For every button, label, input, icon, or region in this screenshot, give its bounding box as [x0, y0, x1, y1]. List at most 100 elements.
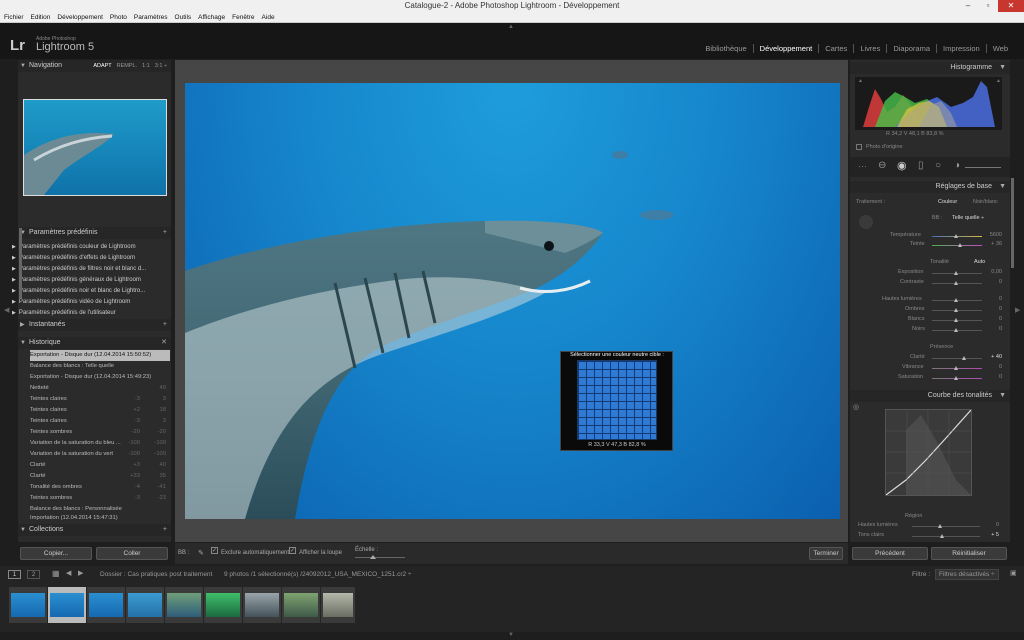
zoom-fill[interactable]: REMPL. [117, 60, 137, 72]
module-bibliotheque[interactable]: Bibliothèque [699, 44, 752, 53]
filmstrip-thumbnail[interactable] [243, 587, 281, 623]
filmstrip-thumbnail-selected[interactable] [48, 587, 86, 623]
histogram-header[interactable]: Histogramme ▼ [850, 62, 1010, 74]
vibrance-knob[interactable] [954, 366, 958, 370]
highlights-knob[interactable] [954, 298, 958, 302]
previous-button[interactable]: Précédent [852, 547, 928, 560]
history-item[interactable]: Netteté 40 [30, 383, 170, 394]
eyedropper-icon[interactable]: ✎ [198, 549, 204, 557]
crop-tool-icon[interactable]: ⋯ [858, 161, 867, 172]
filmstrip-thumbnail[interactable] [321, 587, 355, 623]
filter-lock-icon[interactable]: ▣ [1010, 569, 1017, 577]
history-item[interactable]: Variation de la saturation du vert -100 -1… [30, 449, 170, 460]
preset-folder[interactable]: ▶ Paramètres prédéfinis vidéo de Lightroo… [12, 297, 162, 307]
navigator-preview[interactable] [23, 99, 167, 196]
collapse-top-icon[interactable]: ▲ [508, 24, 514, 30]
curve-lights-value[interactable]: + 5 [979, 532, 999, 538]
screen-1-button[interactable]: 1 [8, 570, 21, 579]
filmstrip-thumbnail[interactable] [282, 587, 320, 623]
main-photo[interactable] [185, 83, 840, 519]
auto-tone-button[interactable]: Auto [974, 259, 985, 265]
saturation-value[interactable]: 0 [982, 374, 1002, 380]
collapse-bottom-icon[interactable]: ▼ [508, 632, 514, 638]
preset-folder[interactable]: ▶ Paramètres prédéfinis d'effets de Light… [12, 253, 162, 263]
clarity-slider[interactable] [932, 358, 982, 359]
temperature-value[interactable]: 5600 [982, 232, 1002, 238]
tint-slider[interactable] [932, 245, 982, 246]
history-header[interactable]: ▼ Historique ✕ [18, 337, 171, 349]
zoom-fit[interactable]: ADAPT [93, 60, 111, 72]
history-item[interactable]: Teintes claires -3 3 [30, 416, 170, 427]
radial-filter-icon[interactable]: ○ [935, 160, 941, 171]
forward-arrow-icon[interactable]: ▶ [78, 569, 83, 577]
preset-folder[interactable]: ▶ Paramètres prédéfinis couleur de Lightr… [12, 242, 162, 252]
menu-photo[interactable]: Photo [110, 14, 127, 21]
menu-affichage[interactable]: Affichage [198, 14, 225, 21]
back-arrow-icon[interactable]: ◀ [66, 569, 71, 577]
basic-header[interactable]: Réglages de base ▼ [850, 181, 1010, 193]
contrast-value[interactable]: 0 [982, 279, 1002, 285]
treatment-bw[interactable]: Noir/blanc [973, 199, 998, 205]
target-adjust-icon[interactable]: ◎ [853, 403, 859, 411]
grid-view-icon[interactable]: ▦ [52, 569, 60, 578]
menu-fenetre[interactable]: Fenêtre [232, 14, 254, 21]
wb-eyedropper-icon[interactable] [859, 215, 873, 229]
graduated-filter-icon[interactable]: ▯ [918, 160, 924, 171]
preset-folder[interactable]: ▶ Paramètres prédéfinis de filtres noir e… [12, 264, 162, 274]
history-item[interactable]: Clarté +33 35 [30, 471, 170, 482]
auto-dismiss-checkbox[interactable]: ✓ [211, 547, 218, 554]
collapse-left-icon[interactable]: ◀ [4, 306, 9, 314]
presets-header[interactable]: ▼ Paramètres prédéfinis + [18, 227, 171, 239]
module-impression[interactable]: Impression [936, 44, 986, 53]
module-cartes[interactable]: Cartes [818, 44, 853, 53]
history-item[interactable]: Tonalité des ombres -4 -41 [30, 482, 170, 493]
menu-edition[interactable]: Edition [31, 14, 51, 21]
navigator-header[interactable]: ▼ Navigation ADAPT REMPL. 1:1 3:1 ÷ [18, 60, 171, 72]
maximize-button[interactable]: ▫ [978, 0, 998, 12]
filmstrip-thumbnail[interactable] [9, 587, 47, 623]
add-preset-icon[interactable]: + [163, 227, 167, 239]
clarity-knob[interactable] [962, 356, 966, 360]
blacks-knob[interactable] [954, 328, 958, 332]
history-item[interactable]: Clarté +3 40 [30, 460, 170, 471]
saturation-knob[interactable] [954, 376, 958, 380]
curve-highlights-slider[interactable] [912, 526, 980, 527]
copy-button[interactable]: Copier... [20, 547, 92, 560]
zoom-1-1[interactable]: 1:1 [142, 60, 150, 72]
exposure-knob[interactable] [954, 271, 958, 275]
clear-history-icon[interactable]: ✕ [161, 337, 167, 349]
module-livres[interactable]: Livres [853, 44, 886, 53]
preset-folder[interactable]: ▶ Paramètres prédéfinis généraux de Light… [12, 275, 162, 285]
menu-aide[interactable]: Aide [262, 14, 275, 21]
filmstrip-thumbnail[interactable] [126, 587, 164, 623]
zoom-3-1[interactable]: 3:1 ÷ [155, 60, 167, 72]
whites-knob[interactable] [954, 318, 958, 322]
adjustment-brush-icon[interactable]: ◑ [954, 160, 960, 171]
collections-header[interactable]: ▼ Collections + [18, 524, 171, 536]
show-loupe-checkbox[interactable]: ✓ [289, 547, 296, 554]
history-item[interactable]: Exportation - Disque dur (12.04.2014 15:… [30, 372, 170, 383]
filmstrip-thumbnail[interactable] [165, 587, 203, 623]
history-item[interactable]: Importation (12.04.2014 15:47:31) [30, 513, 170, 524]
left-scrollbar[interactable] [19, 228, 22, 298]
scale-slider[interactable] [355, 557, 405, 558]
shadows-value[interactable]: 0 [982, 306, 1002, 312]
filmstrip-thumbnail[interactable] [204, 587, 242, 623]
menu-developpement[interactable]: Développement [57, 14, 103, 21]
tone-curve-graph[interactable] [885, 409, 972, 496]
temperature-knob[interactable] [954, 234, 958, 238]
shadow-clipping-icon[interactable]: ▲ [858, 78, 863, 84]
module-diaporama[interactable]: Diaporama [886, 44, 936, 53]
reset-button[interactable]: Réinitialiser [931, 547, 1007, 560]
highlight-clipping-icon[interactable]: ▲ [996, 78, 1001, 84]
wb-select[interactable]: Telle quelle ÷ [952, 215, 984, 221]
minimize-button[interactable]: – [958, 0, 978, 12]
screen-2-button[interactable]: 2 [27, 570, 40, 579]
whites-value[interactable]: 0 [982, 316, 1002, 322]
menu-fichier[interactable]: Fichier [4, 14, 24, 21]
collapse-right-icon[interactable]: ▶ [1015, 306, 1020, 314]
vibrance-value[interactable]: 0 [982, 364, 1002, 370]
done-button[interactable]: Terminer [809, 547, 843, 560]
tint-value[interactable]: + 36 [982, 241, 1002, 247]
filter-select[interactable]: Filtres désactivés ÷ [935, 569, 999, 580]
